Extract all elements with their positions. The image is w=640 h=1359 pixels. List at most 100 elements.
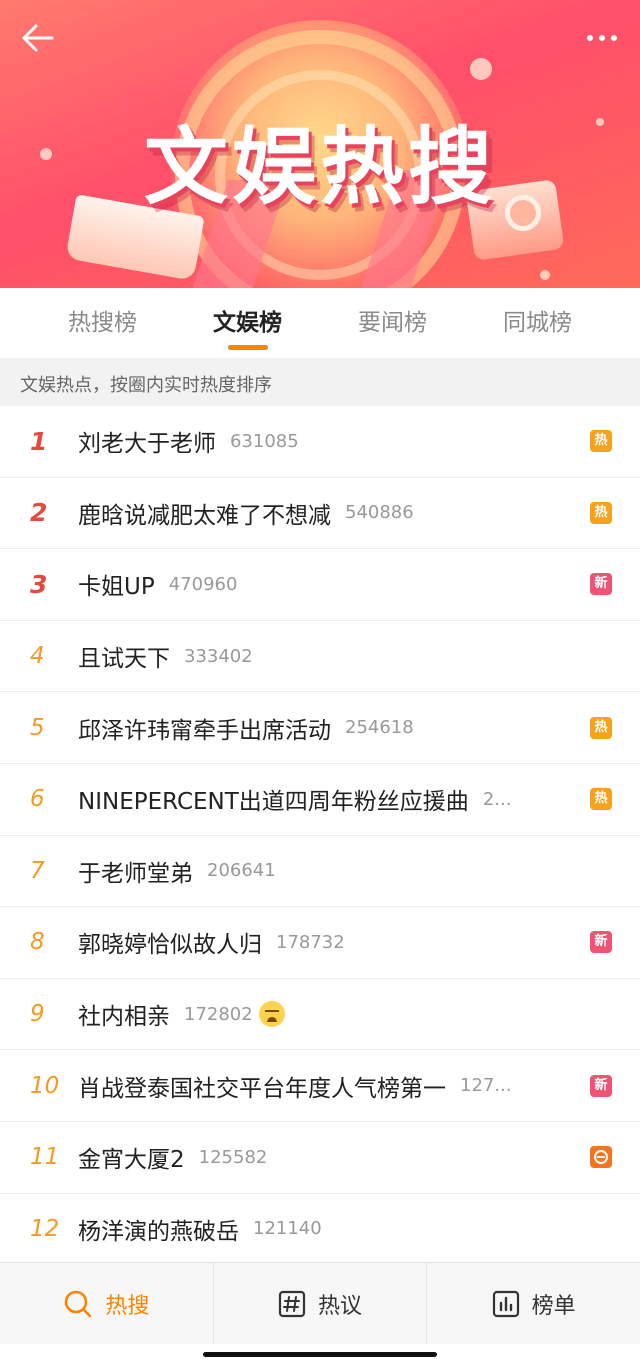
trending-item-content: 社内相亲 172802	[78, 997, 612, 1031]
rank-number: 1	[30, 426, 48, 456]
trending-title: 邱泽许玮甯牵手出席活动	[78, 717, 331, 744]
trending-item-content: NINEPERCENT出道四周年粉丝应援曲 2...	[78, 782, 590, 816]
tab-label: 要闻榜	[358, 310, 427, 336]
tab-hot-search[interactable]: 热搜榜	[43, 288, 163, 358]
nav-label: 榜单	[531, 1293, 576, 1319]
heat-count: 470960	[168, 573, 238, 595]
trending-item[interactable]: 8 郭晓婷恰似故人归 178732 新	[0, 907, 640, 979]
rank-number: 7	[30, 857, 45, 884]
trending-item-content: 卡姐UP 470960	[78, 567, 590, 601]
trending-item[interactable]: 4 且试天下 333402	[0, 621, 640, 693]
trending-item[interactable]: 2 鹿晗说减肥太难了不想减 540886 热	[0, 478, 640, 550]
search-icon	[65, 1290, 92, 1317]
trending-title: 杨洋演的燕破岳	[78, 1218, 239, 1245]
rank-number: 8	[30, 929, 45, 956]
heat-count: 333402	[184, 645, 253, 667]
new-badge: 新	[590, 573, 612, 596]
trending-item[interactable]: 9 社内相亲 172802	[0, 979, 640, 1051]
tab-label: 热搜榜	[68, 310, 137, 336]
heat-count: 178732	[276, 931, 345, 953]
tab-label: 同城榜	[503, 310, 572, 336]
speech-bubble-icon	[594, 1150, 608, 1165]
rank-number: 4	[30, 643, 45, 670]
nav-label: 热议	[318, 1293, 363, 1319]
trending-item-content: 且试天下 333402	[78, 639, 612, 673]
trending-item[interactable]: 6 NINEPERCENT出道四周年粉丝应援曲 2... 热	[0, 764, 640, 836]
ranking-tabs: 热搜榜 文娱榜 要闻榜 同城榜	[0, 288, 640, 358]
bottom-navigation: 热搜 热议 榜单	[0, 1262, 640, 1344]
heat-count: 125582	[198, 1146, 268, 1168]
trending-item[interactable]: 12 杨洋演的燕破岳 121140	[0, 1194, 640, 1266]
trending-title: 卡姐UP	[78, 574, 155, 601]
trending-item-content: 鹿晗说减肥太难了不想减 540886	[78, 496, 590, 530]
back-arrow-icon	[22, 24, 54, 52]
trending-item[interactable]: 3 卡姐UP 470960 新	[0, 549, 640, 621]
trending-list: 1 刘老大于老师 631085 热 2 鹿晗说减肥太难了不想减 540886 热 3 卡姐UP 47…	[0, 406, 640, 1266]
hashtag-icon	[278, 1290, 306, 1317]
home-indicator	[203, 1352, 437, 1357]
trending-title: 鹿晗说减肥太难了不想减	[78, 502, 331, 529]
trending-item-content: 于老师堂弟 206641	[78, 854, 612, 888]
trending-title: 社内相亲	[78, 1004, 170, 1031]
hot-badge: 热	[590, 501, 612, 524]
rank-number: 12	[30, 1215, 60, 1242]
trending-title: NINEPERCENT出道四周年粉丝应援曲	[78, 789, 469, 816]
crying-face-icon	[258, 1001, 285, 1028]
trending-title: 郭晓婷恰似故人归	[78, 932, 262, 959]
tab-local[interactable]: 同城榜	[478, 288, 598, 358]
boil-badge-icon	[590, 1146, 612, 1169]
heat-count: 121140	[253, 1218, 322, 1240]
rank-number: 2	[30, 498, 48, 528]
heat-count: 206641	[207, 860, 276, 882]
new-badge: 新	[590, 931, 612, 954]
trending-item-content: 郭晓婷恰似故人归 178732	[78, 925, 590, 959]
heat-count: 172802	[184, 1003, 253, 1025]
trending-item[interactable]: 7 于老师堂弟 206641	[0, 836, 640, 908]
trending-title: 且试天下	[78, 646, 170, 673]
heat-count: 254618	[345, 717, 414, 739]
hot-badge: 热	[590, 716, 612, 739]
tab-label: 文娱榜	[213, 310, 282, 336]
trending-item[interactable]: 10 肖战登泰国社交平台年度人气榜第一 127... 新	[0, 1050, 640, 1122]
more-dot-icon	[611, 35, 617, 41]
trending-item[interactable]: 1 刘老大于老师 631085 热	[0, 406, 640, 478]
active-tab-indicator	[227, 345, 268, 350]
trending-item-content: 邱泽许玮甯牵手出席活动 254618	[78, 711, 590, 745]
more-dot-icon	[587, 35, 593, 41]
rank-number: 11	[30, 1144, 60, 1171]
trending-item[interactable]: 5 邱泽许玮甯牵手出席活动 254618 热	[0, 692, 640, 764]
more-options-button[interactable]	[582, 26, 622, 50]
rank-number: 5	[30, 714, 45, 741]
banner-title: 文娱热搜	[143, 118, 496, 216]
trending-title: 刘老大于老师	[78, 431, 216, 458]
rank-number: 3	[30, 569, 48, 599]
tab-entertainment[interactable]: 文娱榜	[188, 288, 308, 358]
banner-dot	[540, 270, 550, 280]
trending-title: 于老师堂弟	[78, 860, 193, 887]
nav-rankings[interactable]: 榜单	[427, 1263, 640, 1344]
more-dot-icon	[599, 35, 605, 41]
hot-badge: 热	[590, 430, 612, 453]
trending-item[interactable]: 11 金宵大厦2 125582	[0, 1122, 640, 1194]
heat-count: 631085	[230, 430, 299, 452]
trending-item-content: 刘老大于老师 631085	[78, 424, 590, 458]
heat-count: 2...	[482, 788, 512, 810]
nav-hot-search[interactable]: 热搜	[0, 1263, 214, 1344]
list-description: 文娱热点，按圈内实时热度排序	[0, 358, 640, 406]
chart-icon	[492, 1290, 519, 1317]
banner-dot	[470, 58, 492, 80]
rank-number: 9	[30, 1001, 45, 1028]
trending-title: 肖战登泰国社交平台年度人气榜第一	[78, 1075, 446, 1102]
heat-count: 540886	[345, 502, 414, 524]
trending-title: 金宵大厦2	[78, 1147, 185, 1174]
trending-item-content: 杨洋演的燕破岳 121140	[78, 1212, 612, 1246]
hot-badge: 热	[590, 788, 612, 811]
rank-number: 10	[30, 1072, 60, 1099]
nav-label: 热搜	[105, 1293, 150, 1319]
back-button[interactable]	[18, 18, 58, 58]
nav-discussion[interactable]: 热议	[214, 1263, 428, 1344]
trending-item-content: 肖战登泰国社交平台年度人气榜第一 127...	[78, 1069, 590, 1103]
heat-count: 127...	[460, 1075, 512, 1097]
header-banner: 文娱热搜	[0, 0, 640, 288]
tab-news[interactable]: 要闻榜	[333, 288, 453, 358]
